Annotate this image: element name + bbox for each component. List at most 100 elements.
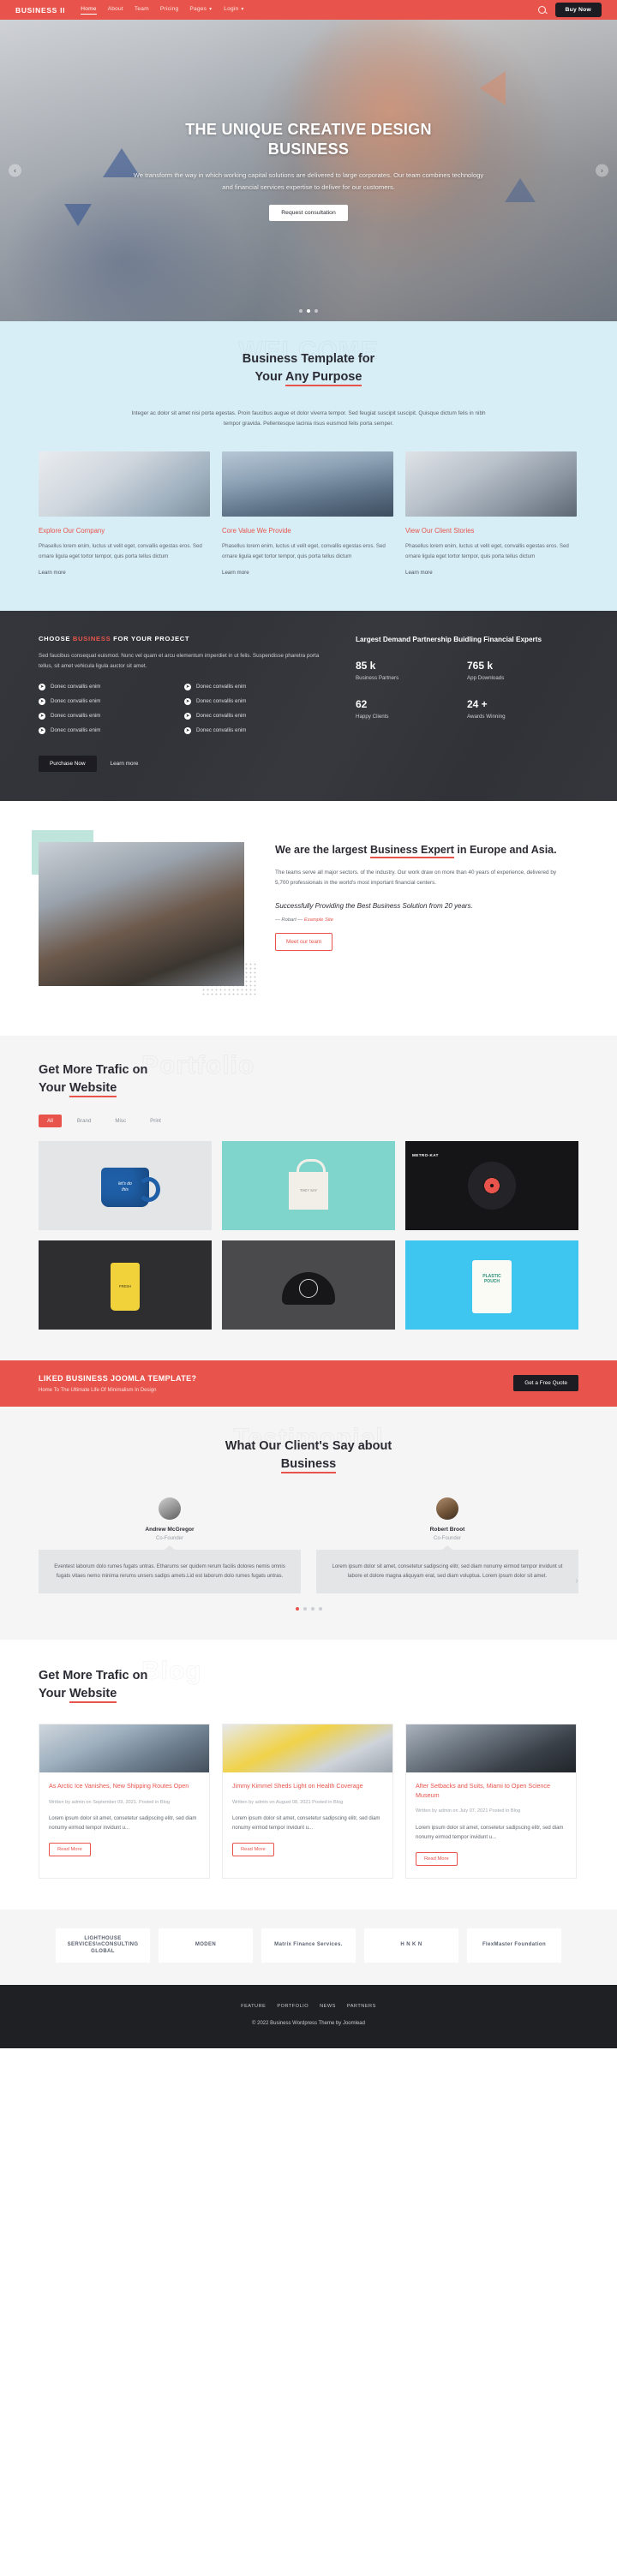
- pouch-graphic: PLASTIC POUCH: [472, 1259, 512, 1313]
- nav-item-login[interactable]: Login ▼: [224, 6, 244, 15]
- blog-post-title[interactable]: After Setbacks and Suits, Miami to Open …: [416, 1782, 566, 1801]
- filter-all[interactable]: All: [39, 1114, 62, 1127]
- portfolio-item-plastic-pouch[interactable]: PLASTIC POUCH: [405, 1240, 578, 1330]
- portfolio-filters: All Brand Misc Print: [39, 1114, 578, 1127]
- about-image-block: [32, 829, 256, 1001]
- partner-logo-label: FlexMaster Foundation: [482, 1942, 547, 1948]
- filter-print[interactable]: Print: [141, 1115, 170, 1127]
- stat-item: 765 k App Downloads: [467, 660, 578, 681]
- partner-logo-label: MODEN: [195, 1942, 217, 1948]
- testimonial-next-arrow-icon[interactable]: ›: [572, 1576, 582, 1587]
- footer-link-feature[interactable]: FEATURE: [241, 2004, 266, 2009]
- choose-business-section: CHOOSE BUSINESS FOR YOUR PROJECT Sed fau…: [0, 611, 617, 800]
- hero-dot-3[interactable]: [314, 309, 318, 313]
- blog-body: Jimmy Kimmel Sheds Light on Health Cover…: [223, 1772, 392, 1868]
- hero-next-arrow-icon[interactable]: ›: [596, 164, 608, 177]
- testimonial-dot-4[interactable]: [318, 1606, 322, 1611]
- feature-card[interactable]: View Our Client Stories Phasellus lorem …: [405, 451, 577, 578]
- choose-left-column: CHOOSE BUSINESS FOR YOUR PROJECT Sed fau…: [39, 635, 330, 772]
- purchase-now-button[interactable]: Purchase Now: [39, 755, 97, 772]
- learn-more-link[interactable]: Learn more: [111, 761, 139, 767]
- meet-our-team-button[interactable]: Meet our team: [275, 933, 333, 952]
- footer-link-news[interactable]: NEWS: [320, 2004, 336, 2009]
- card-title: Explore Our Company: [39, 527, 105, 535]
- blog-card[interactable]: After Setbacks and Suits, Miami to Open …: [405, 1723, 577, 1879]
- portfolio-title-line-1: Get More Trafic on: [39, 1062, 148, 1077]
- list-item-label: Donec convallis enim: [51, 713, 101, 720]
- card-learn-more-link[interactable]: Learn more: [405, 570, 433, 576]
- hero-prev-arrow-icon[interactable]: ‹: [9, 164, 21, 177]
- blog-card[interactable]: Jimmy Kimmel Sheds Light on Health Cover…: [222, 1723, 393, 1879]
- filter-brand[interactable]: Brand: [69, 1115, 100, 1127]
- blog-image: [406, 1724, 576, 1772]
- card-title: Core Value We Provide: [222, 527, 291, 535]
- feature-card[interactable]: Core Value We Provide Phasellus lorem en…: [222, 451, 393, 578]
- about-heading-highlight: Business Expert: [369, 843, 454, 858]
- feature-card[interactable]: Explore Our Company Phasellus lorem enim…: [39, 451, 210, 578]
- nav-item-pages[interactable]: Pages ▼: [189, 6, 213, 15]
- blog-post-title[interactable]: As Arctic Ice Vanishes, New Shipping Rou…: [49, 1782, 200, 1791]
- hero-dots: [0, 309, 617, 313]
- blog-title-highlight: Website: [69, 1686, 117, 1703]
- testimonial-dot-1[interactable]: [295, 1606, 299, 1611]
- filter-misc[interactable]: Misc: [106, 1115, 135, 1127]
- hero-dot-1[interactable]: [299, 309, 303, 313]
- hero-dot-2[interactable]: [307, 309, 310, 313]
- portfolio-title-line-2: Your Website: [39, 1079, 578, 1097]
- portfolio-item-yellow-coffee-cup[interactable]: FRESH: [39, 1240, 212, 1330]
- testimonial-title-highlight: Business: [280, 1456, 337, 1473]
- choose-heading: CHOOSE BUSINESS FOR YOUR PROJECT: [39, 635, 330, 643]
- cta-text: LIKED BUSINESS JOOMLA TEMPLATE? Home To …: [39, 1374, 196, 1393]
- about-heading-post: in Europe and Asia.: [453, 843, 557, 856]
- vinyl-graphic: [468, 1161, 516, 1210]
- read-more-button[interactable]: Read More: [416, 1852, 458, 1866]
- nav-item-team[interactable]: Team: [135, 6, 149, 15]
- blog-card[interactable]: As Arctic Ice Vanishes, New Shipping Rou…: [39, 1723, 210, 1879]
- portfolio-item-blue-mug[interactable]: let's do this: [39, 1140, 212, 1230]
- blog-wrap: Blog Get More Trafic on Your Website As …: [39, 1656, 578, 1879]
- card-learn-more-link[interactable]: Learn more: [39, 570, 66, 576]
- card-learn-more-link[interactable]: Learn more: [222, 570, 249, 576]
- search-icon[interactable]: [537, 6, 546, 14]
- welcome-wrap: WELCOME Business Template for Your Any P…: [39, 337, 578, 578]
- blog-post-title[interactable]: Jimmy Kimmel Sheds Light on Health Cover…: [232, 1782, 383, 1791]
- read-more-button[interactable]: Read More: [232, 1843, 274, 1857]
- portfolio-section: Portfolio Get More Trafic on Your Websit…: [0, 1035, 617, 1360]
- about-wrap: We are the largest Business Expert in Eu…: [32, 829, 578, 1001]
- footer-link-portfolio[interactable]: PORTFOLIO: [277, 2004, 308, 2009]
- nav-label: Pricing: [159, 5, 179, 12]
- blog-body: After Setbacks and Suits, Miami to Open …: [406, 1772, 576, 1878]
- portfolio-item-canvas-tote-bag[interactable]: THEY SAY: [222, 1140, 395, 1230]
- choose-heading-pre: CHOOSE: [39, 635, 73, 643]
- portfolio-item-vinyl-record[interactable]: METRO-KAT: [405, 1140, 578, 1230]
- welcome-title-highlight: Any Purpose: [285, 370, 362, 387]
- partner-logo-lighthouse[interactable]: LIGHTHOUSE SERVICES\nCONSULTING GLOBAL: [56, 1928, 150, 1963]
- portfolio-item-black-cap[interactable]: [222, 1240, 395, 1330]
- nav-item-about[interactable]: About: [108, 6, 123, 15]
- list-item: ➤ Donec convallis enim: [184, 697, 330, 705]
- footer-link-partners[interactable]: PARTNERS: [347, 2004, 376, 2009]
- partner-logo-hnkn[interactable]: H N K N: [364, 1928, 458, 1963]
- portfolio-title-pre: Your: [39, 1080, 69, 1095]
- blog-cards: As Arctic Ice Vanishes, New Shipping Rou…: [39, 1723, 578, 1879]
- partner-logo-flexmaster[interactable]: FlexMaster Foundation: [467, 1928, 561, 1963]
- welcome-title: Business Template for Your Any Purpose: [39, 350, 578, 387]
- read-more-button[interactable]: Read More: [49, 1843, 91, 1857]
- portfolio-title-highlight: Website: [69, 1080, 117, 1097]
- partner-logo-moden[interactable]: MODEN: [159, 1928, 253, 1963]
- list-item: ➤ Donec convallis enim: [39, 712, 184, 720]
- list-item-label: Donec convallis enim: [51, 698, 101, 705]
- request-consultation-button[interactable]: Request consultation: [269, 204, 348, 221]
- choose-actions: Purchase Now Learn more: [39, 755, 330, 772]
- brand-logo[interactable]: BUSINESS II: [15, 6, 65, 15]
- testimonial-dot-3[interactable]: [310, 1606, 314, 1611]
- about-cite-site[interactable]: Example Site: [304, 917, 333, 923]
- testimonial-role: Co-Founder: [155, 1535, 183, 1541]
- get-a-free-quote-button[interactable]: Get a Free Quote: [513, 1375, 578, 1392]
- nav-item-home[interactable]: Home: [81, 6, 98, 15]
- partner-logo-matrix-finance[interactable]: Matrix Finance Services.: [261, 1928, 356, 1963]
- testimonial-dot-2[interactable]: [303, 1606, 307, 1611]
- nav-item-pricing[interactable]: Pricing: [160, 6, 179, 15]
- primary-nav: Home About Team Pricing Pages ▼ Login ▼: [81, 6, 244, 15]
- buy-now-button[interactable]: Buy Now: [554, 3, 602, 17]
